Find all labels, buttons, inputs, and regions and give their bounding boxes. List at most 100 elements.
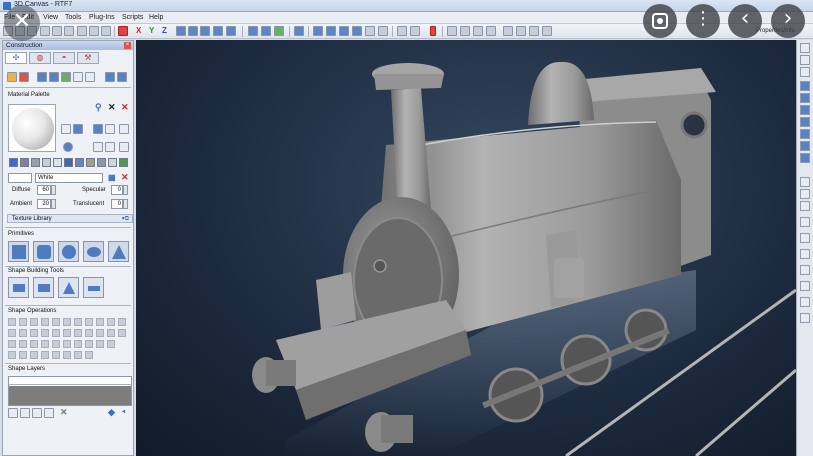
light-icon[interactable] [365,26,375,36]
layer-copy-icon[interactable] [20,408,30,418]
specular-stepper[interactable] [123,185,128,195]
primitive-sphere-button[interactable] [58,241,79,262]
layer-row[interactable] [9,386,131,405]
material-swatch[interactable] [119,158,128,167]
more-options-button[interactable]: ⋮ [686,4,720,38]
layer-up-icon[interactable]: ◆ [108,408,115,417]
paste-icon[interactable] [64,26,74,36]
background-icon[interactable] [542,26,552,36]
material-copy-icon[interactable] [61,124,71,134]
operation-icon[interactable] [74,340,82,348]
smooth-shade-icon[interactable] [473,26,483,36]
material-sphere-icon[interactable] [73,124,83,134]
textured-icon[interactable] [486,26,496,36]
select-face-icon[interactable] [326,26,336,36]
material-trash-icon[interactable] [105,124,115,134]
operation-icon[interactable] [74,329,82,337]
paint-tool-icon[interactable] [800,129,810,139]
view-side-icon[interactable] [261,26,271,36]
operation-icon[interactable] [30,329,38,337]
misc-tool-icon[interactable] [800,233,810,243]
view-settings-icon[interactable] [117,72,127,82]
material-icon[interactable] [19,72,29,82]
knife-tool-icon[interactable] [800,141,810,151]
operation-icon[interactable] [8,351,16,359]
select-tool-icon[interactable] [800,81,810,91]
misc-tool-icon[interactable] [800,217,810,227]
operation-icon[interactable] [96,318,104,326]
move-tool-icon[interactable] [200,26,210,36]
operation-icon[interactable] [52,329,60,337]
texture-library-expand-icon[interactable]: ▾⧉ [122,215,129,223]
rotate-tool-icon[interactable] [800,105,810,115]
material-swatch[interactable] [42,158,51,167]
shape-layers-list[interactable] [8,376,132,406]
material-name-dropdown[interactable]: White [35,173,103,183]
menu-scripts[interactable]: Scripts [122,14,143,21]
undo-icon[interactable] [89,26,99,36]
bounding-box-icon[interactable] [529,26,539,36]
operation-icon[interactable] [96,329,104,337]
misc-tool-icon[interactable] [800,313,810,323]
paint-icon[interactable] [7,72,17,82]
menu-view[interactable]: View [43,14,58,21]
operation-icon[interactable] [118,329,126,337]
translucent-stepper[interactable] [123,199,128,209]
tab-lighting[interactable]: ◓ [53,52,75,64]
operation-icon[interactable] [85,340,93,348]
view-tool-icon[interactable] [800,43,810,53]
operation-icon[interactable] [63,351,71,359]
material-settings-icon[interactable] [119,124,129,134]
operation-icon[interactable] [63,318,71,326]
operation-icon[interactable] [41,340,49,348]
z-axis-toggle[interactable]: Z [162,26,172,36]
operation-icon[interactable] [19,340,27,348]
material-swatch[interactable] [75,158,84,167]
lathe-tool-button[interactable] [33,277,54,298]
material-globe-icon[interactable] [63,142,73,152]
operation-icon[interactable] [96,340,104,348]
text-tool-button[interactable] [58,277,79,298]
translucent-input[interactable]: 0 [111,199,123,209]
y-axis-toggle[interactable]: Y [149,26,159,36]
grid-icon[interactable] [503,26,513,36]
camera-icon[interactable] [85,72,95,82]
previous-image-button[interactable]: ‹ [728,4,762,38]
material-swatch[interactable] [53,158,62,167]
palette-grid-icon[interactable]: ▦ [108,173,116,182]
close-selection-icon[interactable] [118,26,128,36]
primitive-cylinder-button[interactable] [33,241,54,262]
operation-icon[interactable] [41,329,49,337]
lens-search-button[interactable] [643,4,677,38]
material-swatch[interactable] [86,158,95,167]
view-tool-icon[interactable] [800,67,810,77]
primitive-torus-button[interactable] [83,241,104,262]
operation-icon[interactable] [74,351,82,359]
view-tool-icon[interactable] [800,55,810,65]
menu-plugins[interactable]: Plug-Ins [89,14,115,21]
view-front-icon[interactable] [248,26,258,36]
x-axis-toggle[interactable]: X [136,26,146,36]
cut-icon[interactable] [40,26,50,36]
diffuse-stepper[interactable] [51,185,56,195]
misc-tool-icon[interactable] [800,177,810,187]
3d-viewport[interactable] [136,40,796,456]
operation-icon[interactable] [85,318,93,326]
specular-input[interactable]: 0 [111,185,123,195]
light-bulb-icon[interactable] [73,72,83,82]
misc-tool-icon[interactable] [800,265,810,275]
tab-construction[interactable]: ✣ [5,52,27,64]
delete-material-icon[interactable]: ✕ [121,103,129,112]
misc-tool-icon[interactable] [800,201,810,211]
overlay-close-button[interactable]: ✕ [4,5,40,41]
ambient-stepper[interactable] [51,199,56,209]
texture-library-bar[interactable]: Texture Library ▾⧉ [7,214,133,223]
operation-icon[interactable] [30,351,38,359]
record-icon[interactable] [430,26,436,36]
misc-tool-icon[interactable] [800,189,810,199]
extrude-tool-button[interactable] [8,277,29,298]
menu-tools[interactable]: Tools [65,14,81,21]
delete-icon[interactable] [77,26,87,36]
copy-icon[interactable] [52,26,62,36]
object-icon[interactable] [37,72,47,82]
